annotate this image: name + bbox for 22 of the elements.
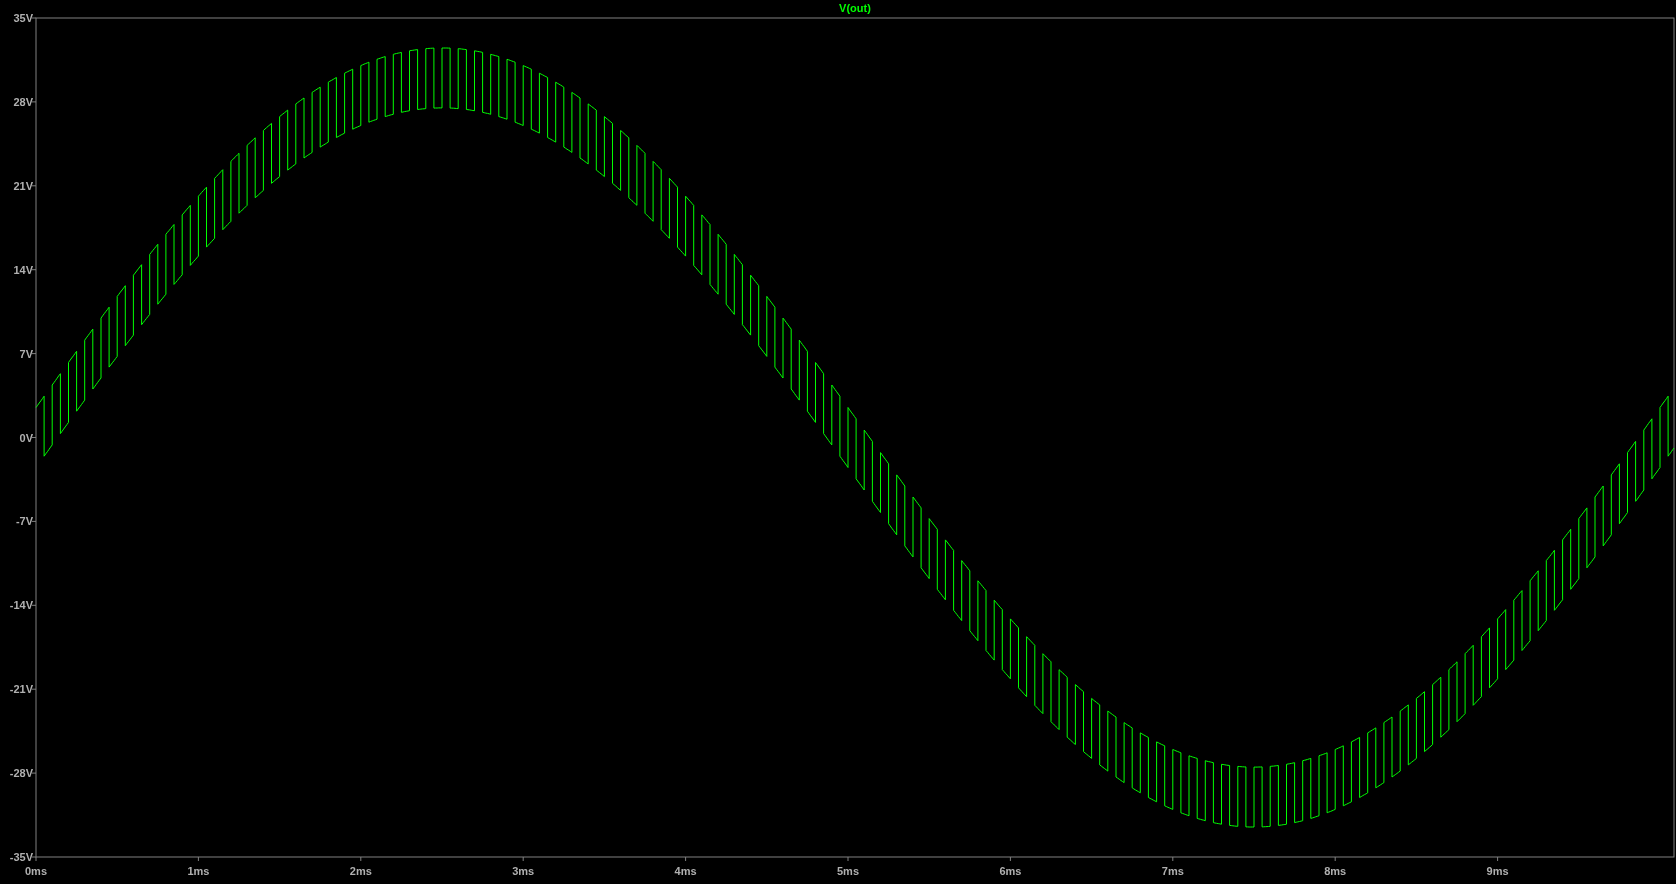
- y-axis-label: 35V: [13, 12, 33, 24]
- y-axis-label: -14V: [9, 599, 33, 612]
- y-axis-label: -35V: [9, 851, 33, 863]
- x-axis-label: 3ms: [512, 865, 535, 877]
- x-axis-label: 1ms: [187, 865, 210, 877]
- y-axis-label: 28V: [13, 95, 33, 108]
- x-axis-label: 6ms: [999, 865, 1022, 877]
- x-axis-label: 8ms: [1324, 865, 1347, 877]
- x-axis-label: 4ms: [674, 865, 697, 877]
- y-axis-label: 14V: [13, 263, 33, 276]
- plot-title: V(out): [839, 2, 871, 14]
- x-axis-label: 5ms: [837, 865, 859, 877]
- y-axis-label: -7V: [15, 515, 33, 528]
- x-axis-label: 2ms: [349, 865, 372, 877]
- y-axis-label: 7V: [19, 347, 33, 360]
- x-axis-label: 7ms: [1161, 865, 1184, 877]
- y-axis-label: -28V: [9, 767, 33, 780]
- x-axis-label: 0ms: [25, 865, 47, 877]
- y-axis-label: 21V: [13, 179, 33, 192]
- y-axis-label: -21V: [9, 683, 33, 696]
- y-axis-label: 0V: [19, 431, 33, 444]
- x-axis-label: 9ms: [1486, 865, 1509, 877]
